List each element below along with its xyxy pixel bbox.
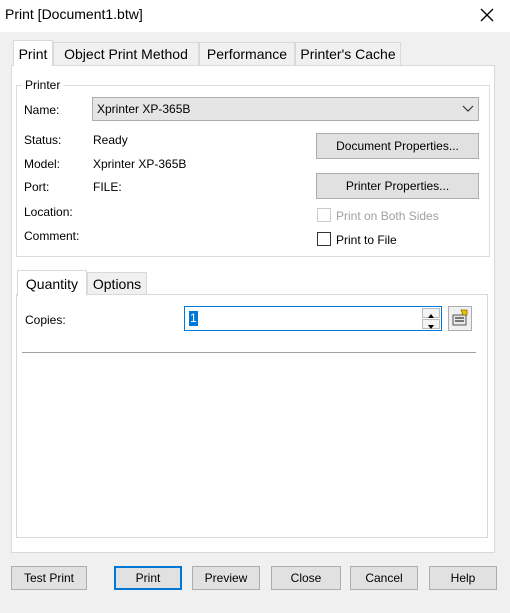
tab-quantity[interactable]: Quantity [17, 270, 87, 296]
model-value: Xprinter XP-365B [93, 157, 187, 171]
preview-button[interactable]: Preview [192, 566, 260, 590]
spin-buttons [422, 308, 440, 329]
status-value: Ready [93, 133, 128, 147]
print-both-sides-label: Print on Both Sides [336, 209, 439, 223]
copies-label: Copies: [25, 313, 66, 327]
test-print-button[interactable]: Test Print [11, 566, 87, 590]
status-label: Status: [24, 133, 62, 147]
tab-print[interactable]: Print [13, 40, 53, 66]
close-icon[interactable] [474, 3, 500, 27]
tab-printers-cache[interactable]: Printer's Cache [295, 42, 401, 65]
copies-stepper[interactable]: 1 [184, 306, 442, 331]
location-label: Location: [24, 205, 73, 219]
tab-object-print-method[interactable]: Object Print Method [53, 42, 199, 65]
divider [22, 352, 476, 353]
tab-performance[interactable]: Performance [199, 42, 295, 65]
model-label: Model: [24, 157, 61, 171]
cancel-button[interactable]: Cancel [350, 566, 418, 590]
spin-up-icon[interactable] [422, 308, 440, 318]
print-to-file-checkbox[interactable] [317, 232, 331, 246]
printer-group-label: Printer [22, 78, 64, 92]
help-button[interactable]: Help [429, 566, 497, 590]
print-to-file-label: Print to File [336, 233, 397, 247]
comment-label: Comment: [24, 229, 80, 243]
printer-name-select[interactable]: Xprinter XP-365B [92, 97, 479, 121]
printer-name-value: Xprinter XP-365B [97, 102, 191, 116]
printer-properties-button[interactable]: Printer Properties... [316, 173, 479, 199]
copies-settings-icon[interactable] [448, 306, 472, 331]
print-both-sides-checkbox[interactable] [317, 208, 331, 222]
port-label: Port: [24, 180, 50, 194]
print-button[interactable]: Print [114, 566, 182, 590]
port-value: FILE: [93, 180, 122, 194]
tab-options[interactable]: Options [87, 272, 147, 295]
spin-down-icon[interactable] [422, 319, 440, 329]
window-title: Print [Document1.btw] [5, 6, 143, 22]
close-button[interactable]: Close [271, 566, 341, 590]
name-label: Name: [24, 103, 60, 117]
document-properties-button[interactable]: Document Properties... [316, 133, 479, 159]
copies-value: 1 [189, 311, 198, 326]
chevron-down-icon [462, 102, 474, 116]
